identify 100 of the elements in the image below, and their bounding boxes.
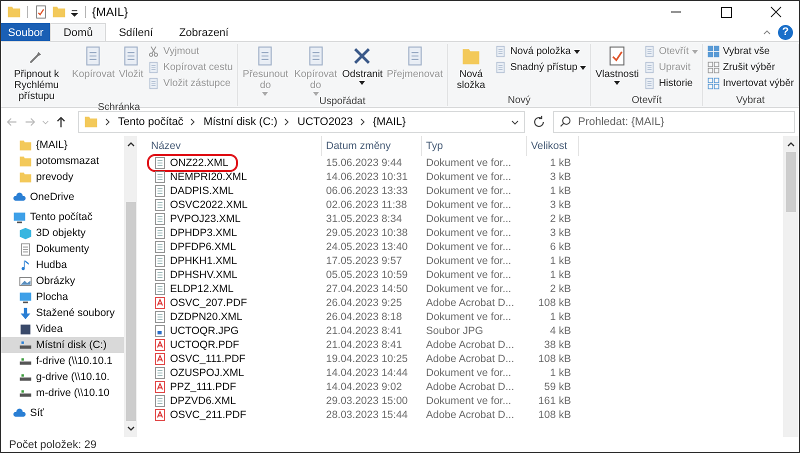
file-name[interactable]: DPHDP3.XML: [170, 227, 238, 239]
nav-item[interactable]: OneDrive: [1, 189, 124, 205]
up-arrow-icon[interactable]: [54, 115, 68, 129]
file-name[interactable]: DADPIS.XML: [170, 185, 234, 197]
table-cell-text: 26.04.2023 9:25: [325, 297, 403, 309]
ribbon-button[interactable]: Vybrat vše: [704, 44, 796, 59]
nav-item[interactable]: Obrázky: [1, 273, 124, 289]
table-cell-text: 1 kB: [548, 311, 572, 323]
nav-item[interactable]: potomsmazat: [1, 153, 124, 169]
file-name[interactable]: NEMPRI20.XML: [170, 171, 248, 183]
file-name[interactable]: PPZ_111.PDF: [170, 381, 236, 393]
ribbon-button[interactable]: Snadný přístup: [492, 60, 588, 75]
ribbon-button[interactable]: Vlastnosti: [593, 44, 641, 95]
file-menu-tab[interactable]: Soubor: [1, 23, 50, 41]
table-cell-text: Dokument ve for...: [425, 241, 512, 253]
table-cell-text: 1 kB: [548, 269, 572, 281]
image-file-icon: [155, 325, 165, 337]
chevron-right-icon: [358, 118, 367, 126]
ribbon-button[interactable]: Nová položka: [492, 44, 588, 59]
file-name[interactable]: OSVC_111.PDF: [170, 353, 246, 365]
cube-icon: [19, 226, 32, 240]
grid-icon: [706, 77, 720, 90]
table-cell-text: Adobe Acrobat D...: [425, 353, 516, 365]
nav-item[interactable]: f-drive (\\10.10.1: [1, 353, 124, 369]
document-icon: [155, 255, 165, 267]
table-cell-text: 1 kB: [548, 255, 572, 267]
breadcrumb[interactable]: Místní disk (C:): [203, 116, 278, 128]
drive-icon: [19, 338, 32, 352]
nav-item[interactable]: Plocha: [1, 289, 124, 305]
chevron-down-icon[interactable]: [511, 118, 519, 126]
ribbon-button[interactable]: Invertovat výběr: [704, 76, 796, 91]
table-cell-text: 26.04.2023 8:18: [325, 311, 403, 323]
table-cell-text: 24.05.2023 13:40: [325, 241, 409, 253]
table-cell-text: 29.03.2023 15:00: [325, 395, 409, 407]
nav-item[interactable]: {MAIL}: [1, 137, 124, 153]
file-name[interactable]: DPHKH1.XML: [170, 255, 238, 267]
file-name[interactable]: OSVC_211.PDF: [170, 409, 246, 421]
refresh-icon[interactable]: [532, 115, 546, 129]
breadcrumb[interactable]: Tento počítač: [118, 116, 184, 128]
file-name[interactable]: ONZ22.XML: [170, 157, 228, 169]
table-cell-text: 05.05.2023 10:59: [325, 269, 409, 281]
table-cell-text: Dokument ve for...: [425, 157, 512, 169]
file-name[interactable]: UCTOQR.JPG: [170, 325, 239, 337]
file-name[interactable]: DPHSHV.XML: [170, 269, 238, 281]
nav-item[interactable]: Dokumenty: [1, 241, 124, 257]
ribbon-tab[interactable]: Domů: [50, 23, 106, 41]
file-name[interactable]: ELDP12.XML: [170, 283, 234, 295]
file-name[interactable]: UCTOQR.PDF: [170, 339, 240, 351]
table-cell-text: Dokument ve for...: [425, 171, 512, 183]
file-name[interactable]: DPZVD6.XML: [170, 395, 236, 407]
breadcrumb[interactable]: UCTO2023: [297, 116, 353, 128]
file-name[interactable]: DPFDP6.XML: [170, 241, 236, 253]
document-icon: [155, 283, 165, 295]
nav-item[interactable]: Videa: [1, 321, 124, 337]
address-field[interactable]: Tento počítač Místní disk (C:) UCTO2023 {MAIL}: [78, 111, 525, 133]
search-field[interactable]: Prohledat: {MAIL}: [553, 111, 795, 133]
nav-item[interactable]: 3D objekty: [1, 225, 124, 241]
nav-item[interactable]: g-drive (\\10.10.: [1, 369, 124, 385]
ribbon-button[interactable]: Připnout k Rychlému přístupu: [3, 44, 70, 102]
group-label: Vybrat: [736, 95, 765, 106]
table-cell-text: Dokument ve for...: [425, 311, 512, 323]
file-name[interactable]: DZDPN20.XML: [170, 311, 242, 323]
column-header[interactable]: Datum změny: [322, 136, 422, 156]
table-cell-text: 1 kB: [548, 185, 572, 197]
group-label: Schránka: [98, 102, 140, 113]
scroll-thumb[interactable]: [786, 152, 796, 212]
nav-item[interactable]: Síť: [1, 405, 124, 421]
document-icon: [494, 45, 508, 58]
scroll-thumb[interactable]: [126, 202, 136, 421]
ribbon-button[interactable]: Nová složka: [450, 44, 492, 95]
pdf-file-icon: [155, 297, 165, 309]
breadcrumb[interactable]: {MAIL}: [372, 116, 406, 128]
table-cell-text: 1 kB: [548, 367, 572, 379]
table-cell-text: Dokument ve for...: [425, 213, 512, 225]
file-name[interactable]: OSVC2022.XML: [170, 199, 248, 211]
ribbon-button[interactable]: Odstranit: [340, 44, 385, 96]
folder-icon: [19, 170, 32, 184]
ribbon-button[interactable]: Zrušit výběr: [704, 60, 796, 75]
checklist-icon[interactable]: [34, 5, 48, 19]
nav-item[interactable]: prevody: [1, 169, 124, 185]
dropdown-icon[interactable]: [70, 8, 79, 16]
nav-item[interactable]: m-drive (\\10.10: [1, 385, 124, 401]
ribbon-button[interactable]: Historie: [640, 76, 700, 91]
document-icon: [155, 311, 165, 323]
file-name[interactable]: PVPOJ23.XML: [170, 213, 241, 225]
table-cell-text: Dokument ve for...: [425, 199, 512, 211]
help-button[interactable]: ?: [778, 24, 793, 40]
nav-item[interactable]: Stažené soubory: [1, 305, 124, 321]
column-header[interactable]: Typ: [422, 136, 527, 156]
column-header[interactable]: Název: [147, 136, 322, 156]
table-cell-text: 108 kB: [537, 409, 572, 421]
table-cell-text: 14.04.2023 14:44: [325, 367, 409, 379]
document-icon: [494, 61, 508, 74]
file-name[interactable]: OZUSPOJ.XML: [170, 367, 244, 379]
nav-item[interactable]: Hudba: [1, 257, 124, 273]
nav-item[interactable]: Tento počítač: [1, 209, 124, 225]
column-header[interactable]: Velikost: [527, 136, 579, 156]
nav-item[interactable]: Místní disk (C:): [1, 337, 124, 353]
table-cell-text: 1 kB: [548, 157, 572, 169]
file-name[interactable]: OSVC_207.PDF: [170, 297, 248, 309]
